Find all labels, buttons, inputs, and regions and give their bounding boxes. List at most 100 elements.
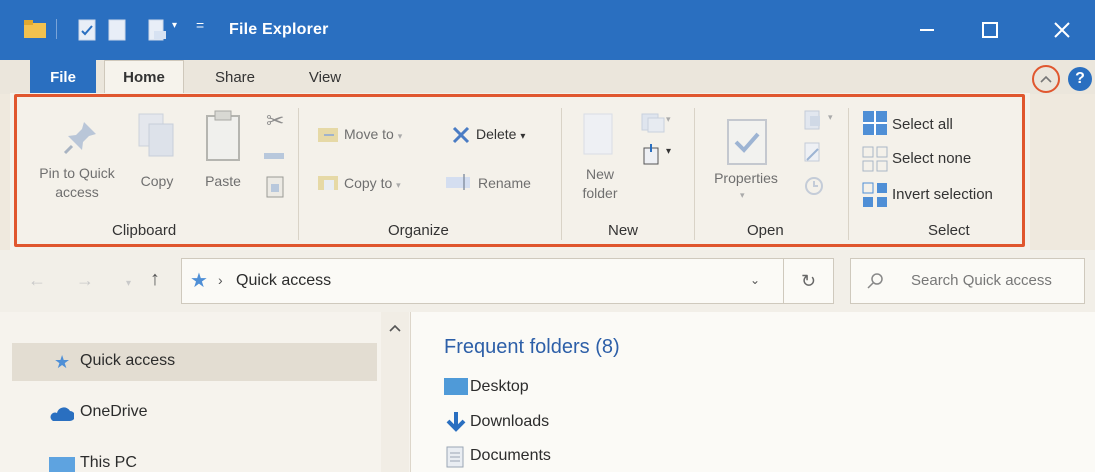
minimize-icon: [920, 29, 934, 31]
paste-button[interactable]: Paste: [196, 172, 250, 191]
search-icon: [867, 273, 883, 289]
pin-icon: [63, 122, 96, 155]
tab-share[interactable]: Share: [202, 60, 268, 94]
cut-icon[interactable]: ✂: [266, 108, 284, 134]
select-none-button[interactable]: Select none: [892, 149, 971, 168]
file-explorer-window: ▾ = File Explorer File Home Share View ?…: [0, 0, 1095, 472]
paste-icon: [206, 110, 240, 161]
nav-item-quick-access[interactable]: Quick access: [80, 352, 175, 370]
organize-group-label: Organize: [388, 222, 449, 239]
history-icon[interactable]: [804, 176, 824, 196]
rename-field-icon: [446, 174, 470, 190]
ribbon-tab-row: File Home Share View ?: [0, 60, 1095, 94]
rename-icon[interactable]: [148, 19, 168, 41]
collapse-ribbon-button[interactable]: [1032, 65, 1060, 93]
chevron-down-icon: ▾: [520, 131, 526, 142]
quick-access-star-icon: ★: [54, 352, 71, 372]
search-input[interactable]: Search Quick access: [911, 272, 1052, 289]
new-folder-line2: folder: [582, 185, 618, 201]
copy-to-label: Copy to: [344, 175, 393, 191]
move-to-icon: [318, 128, 338, 142]
qa-dropdown-icon[interactable]: ▾: [172, 20, 177, 42]
copy-path-icon[interactable]: [264, 150, 284, 162]
window-title: File Explorer: [229, 21, 329, 38]
new-item-icon[interactable]: [640, 112, 666, 134]
onedrive-cloud-icon: [50, 407, 74, 421]
chevron-down-icon: ▾: [828, 112, 833, 122]
ribbon-separator: [298, 108, 299, 240]
documents-icon: [446, 446, 464, 468]
new-folder-large-icon: [583, 113, 613, 155]
nav-scrollbar[interactable]: [381, 312, 409, 472]
properties-button[interactable]: Properties: [700, 169, 792, 188]
new-group-label: New: [608, 222, 639, 239]
customize-dropdown-icon[interactable]: =: [196, 17, 204, 39]
edit-icon[interactable]: [804, 142, 822, 164]
tab-home[interactable]: Home: [104, 60, 184, 94]
address-dropdown-icon[interactable]: ⌄: [750, 273, 760, 287]
pin-to-quick-access-button[interactable]: Pin to Quick access: [22, 164, 132, 202]
properties-icon[interactable]: [78, 19, 96, 41]
select-none-icon: [862, 146, 888, 172]
help-icon[interactable]: ?: [1068, 67, 1092, 91]
recent-chevron-icon[interactable]: ▾: [126, 278, 131, 289]
copy-button[interactable]: Copy: [132, 172, 182, 191]
chevron-down-icon: ▾: [740, 190, 745, 200]
open-icon[interactable]: [804, 110, 824, 132]
rename-button[interactable]: Rename: [478, 174, 531, 193]
select-all-button[interactable]: Select all: [892, 115, 953, 134]
folder-item-desktop[interactable]: Desktop: [470, 378, 529, 396]
easy-access-icon[interactable]: [642, 144, 660, 166]
chevron-down-icon: ▾: [666, 146, 672, 157]
desktop-folder-icon: [444, 378, 468, 395]
move-to-label: Move to: [344, 126, 394, 142]
tab-file[interactable]: File: [30, 60, 96, 94]
clipboard-group-label: Clipboard: [112, 222, 177, 239]
properties-large-icon: [727, 119, 767, 165]
refresh-button[interactable]: ↻: [784, 258, 834, 304]
copy-to-icon: [318, 176, 338, 190]
chevron-up-icon: [1040, 75, 1052, 83]
new-folder-button[interactable]: New folder: [570, 165, 630, 203]
quick-access-star-icon: ★: [190, 270, 208, 292]
search-box[interactable]: Search Quick access: [850, 258, 1085, 304]
maximize-button[interactable]: [968, 12, 1012, 48]
chevron-down-icon: ▾: [396, 180, 401, 190]
invert-selection-button[interactable]: Invert selection: [892, 185, 993, 204]
refresh-icon: ↻: [800, 270, 817, 291]
folder-item-downloads[interactable]: Downloads: [470, 413, 549, 431]
delete-label: Delete: [476, 126, 517, 142]
new-folder-icon[interactable]: [108, 19, 126, 41]
title-bar: ▾ = File Explorer: [0, 0, 1095, 60]
close-button[interactable]: [1040, 12, 1084, 48]
nav-item-onedrive[interactable]: OneDrive: [80, 403, 148, 421]
select-all-icon: [863, 111, 887, 135]
delete-button[interactable]: Delete ▾: [476, 125, 525, 146]
maximize-icon: [982, 22, 998, 38]
ribbon-separator: [561, 108, 562, 240]
nav-item-this-pc[interactable]: This PC: [80, 454, 137, 472]
scroll-up-icon[interactable]: [389, 324, 401, 332]
this-pc-icon: [49, 457, 75, 472]
copy-to-button[interactable]: Copy to ▾: [344, 174, 401, 195]
move-to-button[interactable]: Move to ▾: [344, 125, 402, 146]
delete-icon: [452, 126, 470, 144]
back-arrow-icon[interactable]: ←: [28, 270, 46, 291]
breadcrumb[interactable]: Quick access: [236, 272, 331, 290]
minimize-button[interactable]: [905, 12, 949, 48]
forward-arrow-icon[interactable]: →: [76, 270, 94, 291]
chevron-down-icon: ▾: [666, 114, 671, 124]
address-bar[interactable]: ★ › Quick access ⌄: [181, 258, 784, 304]
open-group-label: Open: [747, 222, 784, 239]
up-arrow-icon[interactable]: ↑: [150, 268, 160, 291]
tab-view[interactable]: View: [292, 60, 358, 94]
breadcrumb-chevron-icon: ›: [218, 272, 223, 288]
pin-label-line1: Pin to Quick: [39, 165, 115, 181]
new-folder-line1: New: [585, 166, 614, 182]
invert-selection-icon: [862, 182, 887, 207]
ribbon-separator: [848, 108, 849, 240]
paste-shortcut-icon[interactable]: [266, 176, 284, 198]
select-group-label: Select: [928, 222, 970, 239]
ribbon-separator: [694, 108, 695, 240]
folder-item-documents[interactable]: Documents: [470, 447, 551, 465]
